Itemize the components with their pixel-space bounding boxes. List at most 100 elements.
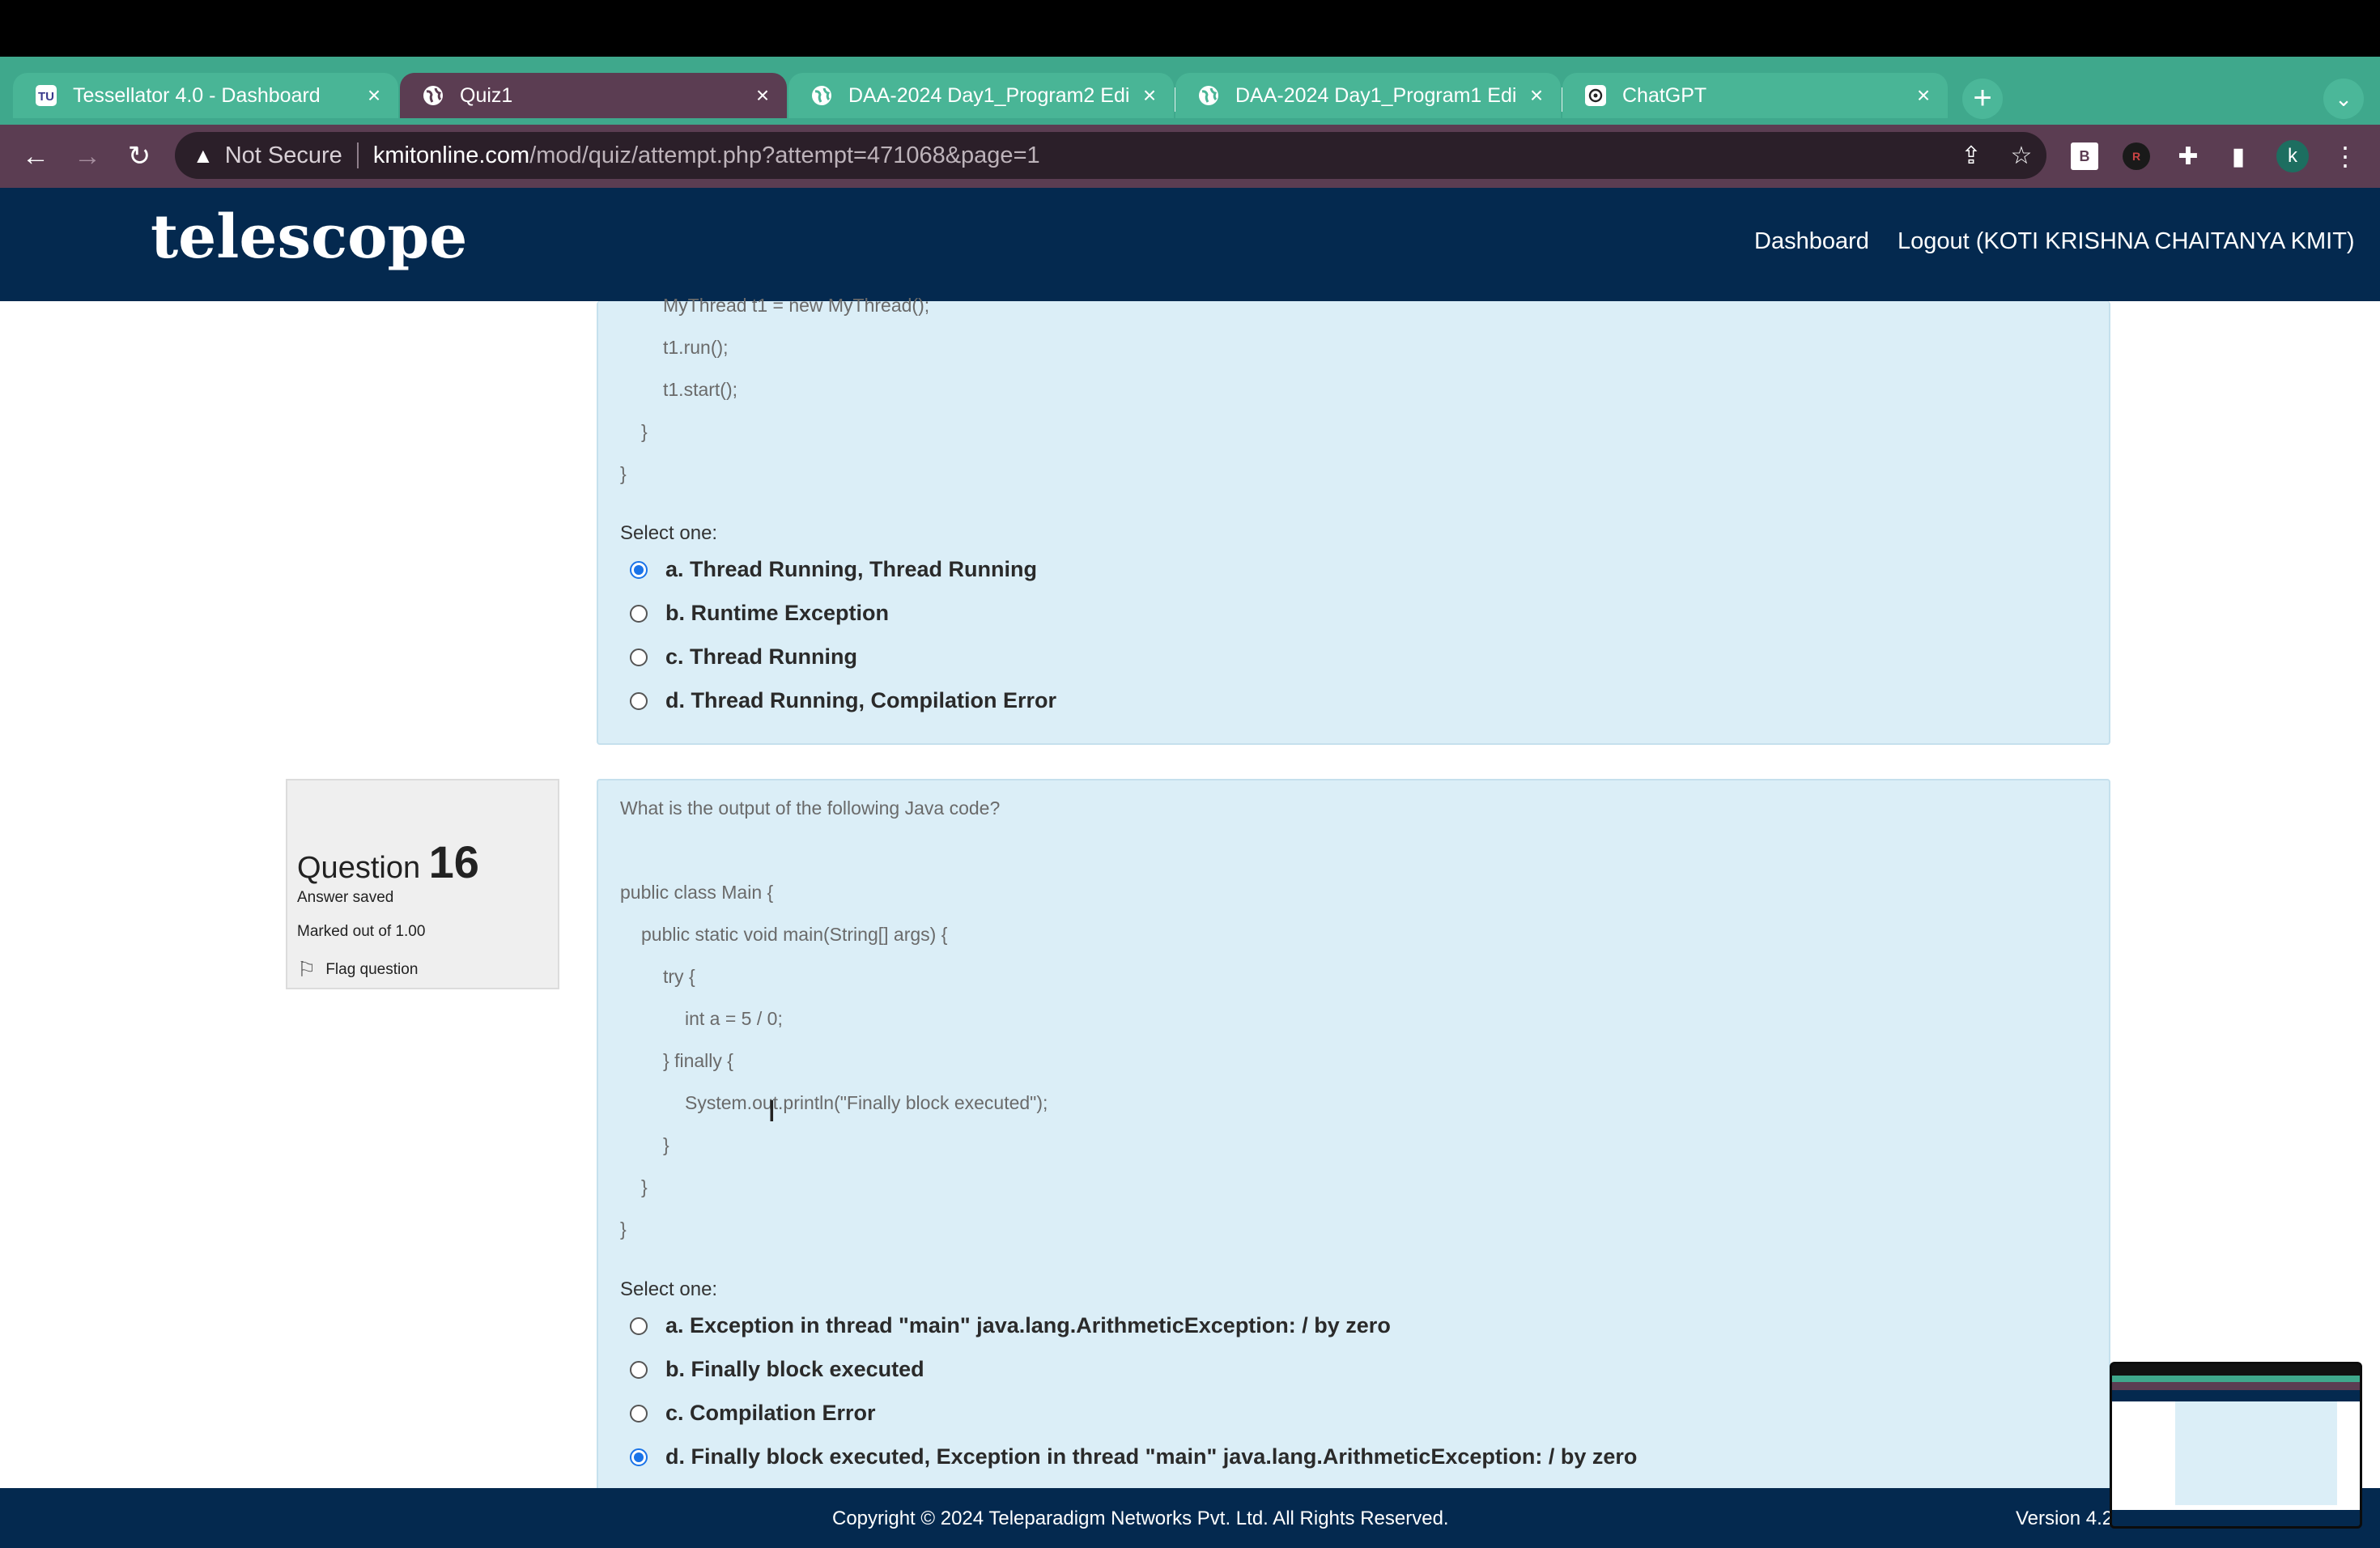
back-arrow-icon[interactable]: ← xyxy=(19,141,52,173)
profile-avatar[interactable]: k xyxy=(2276,140,2309,172)
tab-tessellator[interactable]: TU Tessellator 4.0 - Dashboard × xyxy=(13,73,398,118)
answer-option-c[interactable]: c. Compilation Error xyxy=(630,1401,876,1426)
extensions-puzzle-icon[interactable]: ✚ xyxy=(2174,142,2202,170)
radio-button[interactable] xyxy=(630,691,648,710)
chatgpt-icon xyxy=(1583,83,1608,108)
answer-option-text: d. Finally block executed, Exception in … xyxy=(665,1444,1638,1469)
tab-title: Quiz1 xyxy=(460,83,513,107)
thumbnail-header xyxy=(2112,1390,2360,1401)
version-text: Version 4.2 xyxy=(2016,1508,2114,1529)
answer-option-d[interactable]: d. Thread Running, Compilation Error xyxy=(630,688,1056,713)
browser-tab-strip: TU Tessellator 4.0 - Dashboard × Quiz1 ×… xyxy=(0,57,2380,125)
forward-arrow-icon[interactable]: → xyxy=(71,141,104,173)
code-line: System.out.println("Finally block execut… xyxy=(685,1092,1048,1113)
answer-option-text: b. Finally block executed xyxy=(665,1357,924,1381)
site-header: telescope Dashboard Logout (KOTI KRISHNA… xyxy=(0,188,2380,301)
radio-button[interactable] xyxy=(630,1404,648,1423)
code-line: try { xyxy=(663,966,695,987)
code-line: public class Main { xyxy=(620,882,774,903)
flag-question-button[interactable]: ⚐ Flag question xyxy=(297,957,418,982)
code-line: int a = 5 / 0; xyxy=(685,1008,783,1029)
code-line: } xyxy=(663,1134,669,1155)
screenshot-thumbnail[interactable] xyxy=(2110,1362,2362,1529)
answer-option-b[interactable]: b. Runtime Exception xyxy=(630,601,889,626)
code-line: MyThread t1 = new MyThread(); xyxy=(663,295,930,316)
url-path: /mod/quiz/attempt.php?attempt=471068&pag… xyxy=(529,142,1040,168)
tab-quiz1[interactable]: Quiz1 × xyxy=(400,73,787,118)
answer-option-text: a. Exception in thread "main" java.lang.… xyxy=(665,1313,1391,1337)
screen-top-bar xyxy=(0,0,2380,57)
radio-button[interactable] xyxy=(630,1316,648,1335)
answer-option-a[interactable]: a. Exception in thread "main" java.lang.… xyxy=(630,1313,1391,1338)
question-16-content xyxy=(597,779,2110,1499)
select-one-label: Select one: xyxy=(620,1278,718,1300)
thumbnail-question xyxy=(2175,1401,2337,1505)
question-marks: Marked out of 1.00 xyxy=(297,923,426,940)
code-line: } xyxy=(641,421,648,442)
code-line: t1.start(); xyxy=(663,379,738,400)
question-15-content xyxy=(597,301,2110,745)
tab-close-icon[interactable]: × xyxy=(1133,83,1166,108)
address-bar[interactable]: ▲ Not Secure kmitonline.com /mod/quiz/at… xyxy=(175,132,2046,179)
reload-icon[interactable]: ↻ xyxy=(123,141,155,173)
tab-daa-program1[interactable]: DAA-2024 Day1_Program1 Edi × xyxy=(1175,73,1561,118)
radio-button[interactable] xyxy=(630,1360,648,1379)
copyright-text: Copyright © 2024 Teleparadigm Networks P… xyxy=(832,1508,1449,1529)
tab-daa-program2[interactable]: DAA-2024 Day1_Program2 Edi × xyxy=(788,73,1174,118)
thumbnail-footer xyxy=(2112,1510,2360,1526)
radio-button[interactable] xyxy=(630,1448,648,1466)
answer-option-text: c. Thread Running xyxy=(665,644,858,669)
answer-option-a[interactable]: a. Thread Running, Thread Running xyxy=(630,557,1037,582)
browser-menu-icon[interactable]: ⋮ xyxy=(2331,142,2359,171)
tab-close-icon[interactable]: × xyxy=(746,83,779,108)
security-label: Not Secure xyxy=(224,142,342,168)
extension-b-label: B xyxy=(2079,147,2090,164)
url-host: kmitonline.com xyxy=(372,142,530,168)
browser-toolbar: ← → ↻ ▲ Not Secure kmitonline.com /mod/q… xyxy=(0,125,2380,188)
tab-title: DAA-2024 Day1_Program2 Edi xyxy=(848,83,1130,107)
svg-text:TU: TU xyxy=(38,90,54,104)
tab-close-icon[interactable]: × xyxy=(1520,83,1553,108)
address-divider xyxy=(356,142,359,168)
extension-r-icon[interactable]: R xyxy=(2123,142,2150,170)
question-label: Question xyxy=(297,851,421,885)
question-16-info: Question 16 Answer saved Marked out of 1… xyxy=(286,779,559,989)
tab-chatgpt[interactable]: ChatGPT × xyxy=(1562,73,1948,118)
extension-b-icon[interactable]: B xyxy=(2071,142,2098,170)
answer-option-text: a. Thread Running, Thread Running xyxy=(665,557,1037,581)
radio-button[interactable] xyxy=(630,560,648,579)
code-line: public static void main(String[] args) { xyxy=(641,924,948,945)
answer-option-text: d. Thread Running, Compilation Error xyxy=(665,688,1056,712)
tab-title: DAA-2024 Day1_Program1 Edi xyxy=(1235,83,1517,107)
tab-close-icon[interactable]: × xyxy=(358,83,390,108)
code-line: } xyxy=(620,463,627,484)
nav-dashboard-link[interactable]: Dashboard xyxy=(1754,228,1869,255)
globe-icon xyxy=(421,83,445,108)
extension-r-label: R xyxy=(2131,150,2141,163)
tab-title: ChatGPT xyxy=(1622,83,1707,107)
answer-status: Answer saved xyxy=(297,889,394,906)
answer-option-b[interactable]: b. Finally block executed xyxy=(630,1357,924,1382)
share-icon[interactable]: ⇪ xyxy=(1946,142,1996,170)
question-prompt: What is the output of the following Java… xyxy=(620,797,1001,819)
answer-option-c[interactable]: c. Thread Running xyxy=(630,644,857,670)
question-number: 16 xyxy=(428,836,479,887)
radio-button[interactable] xyxy=(630,648,648,666)
globe-icon xyxy=(810,83,834,108)
code-line: t1.run(); xyxy=(663,337,729,358)
tab-search-chevron-icon[interactable]: ⌄ xyxy=(2323,79,2364,119)
answer-option-d[interactable]: d. Finally block executed, Exception in … xyxy=(630,1444,1637,1469)
new-tab-plus-icon[interactable]: + xyxy=(1962,79,2003,119)
code-line: } xyxy=(641,1176,648,1197)
tessellator-icon: TU xyxy=(34,83,58,108)
question-number-heading: Question 16 xyxy=(297,836,479,888)
flag-icon: ⚐ xyxy=(297,957,317,981)
site-logo[interactable]: telescope xyxy=(151,202,467,272)
radio-button[interactable] xyxy=(630,604,648,623)
nav-logout-link[interactable]: Logout (KOTI KRISHNA CHAITANYA KMIT) xyxy=(1898,228,2355,255)
bookmark-star-icon[interactable]: ☆ xyxy=(1996,142,2046,170)
tab-close-icon[interactable]: × xyxy=(1907,83,1940,108)
side-panel-icon[interactable]: ▮ xyxy=(2225,142,2252,170)
globe-icon xyxy=(1196,83,1221,108)
site-footer: Copyright © 2024 Teleparadigm Networks P… xyxy=(0,1488,2380,1548)
